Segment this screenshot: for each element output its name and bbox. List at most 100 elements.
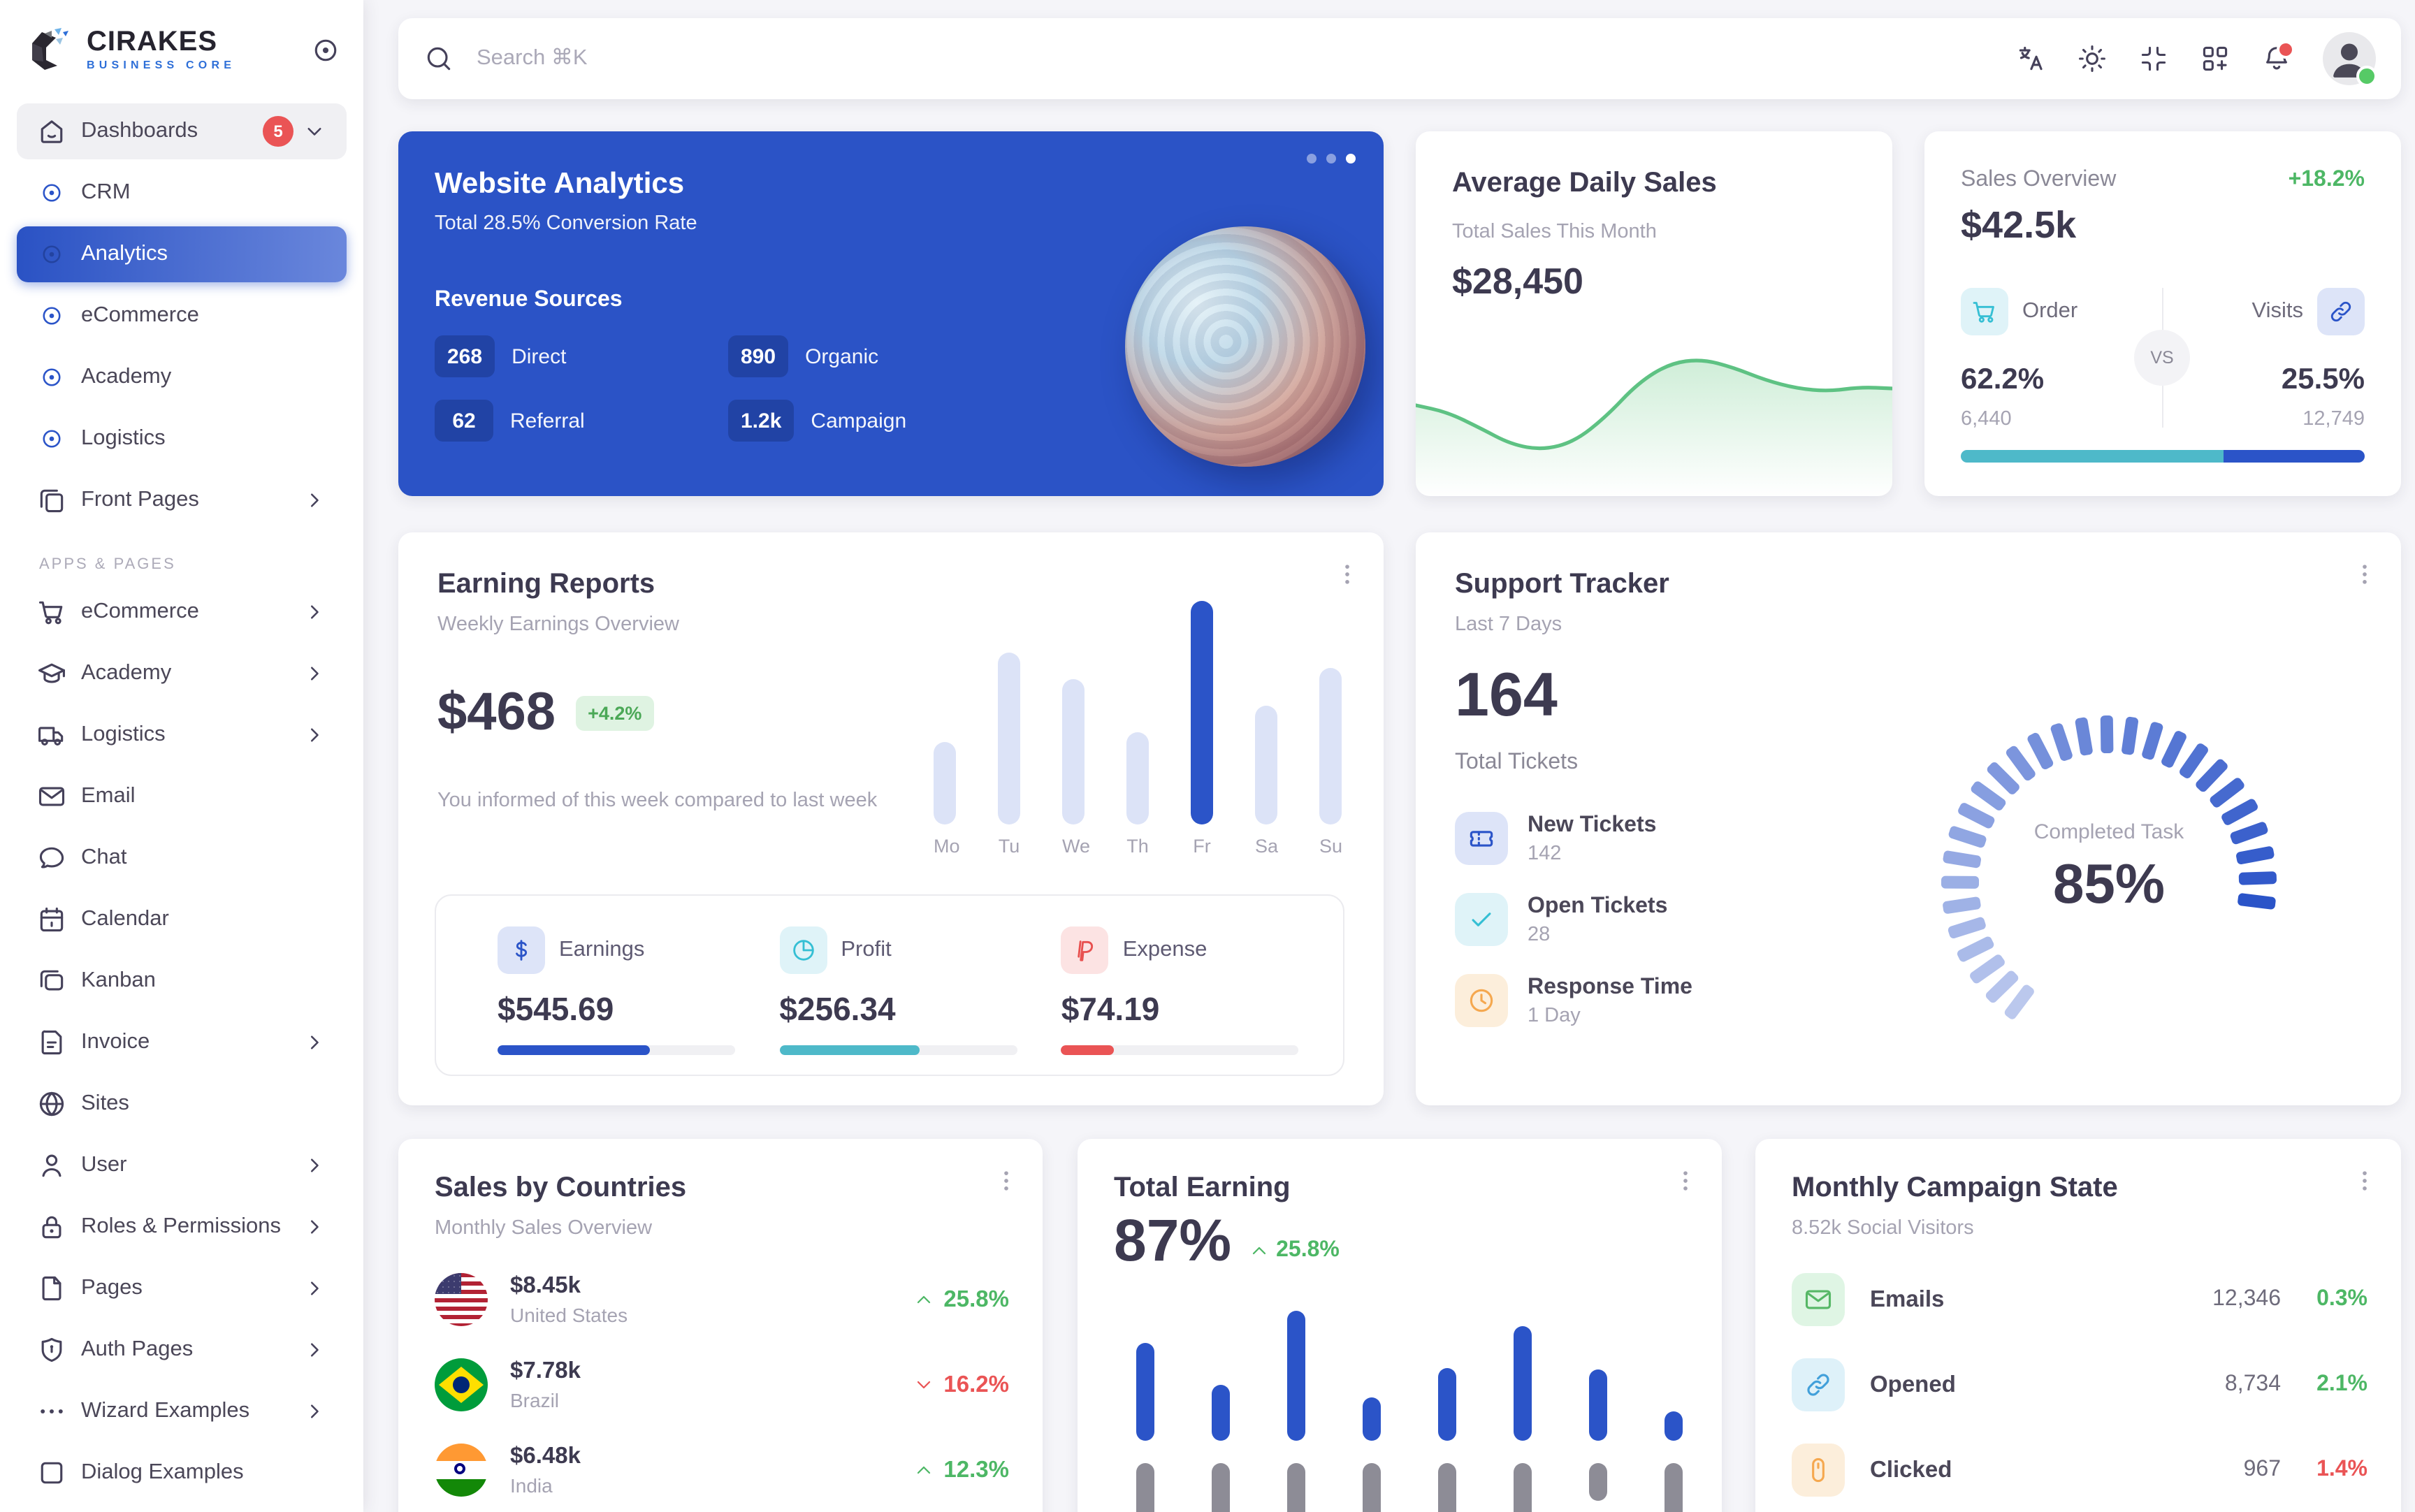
earning-bar-bottom [1438, 1463, 1456, 1512]
carousel-dots [1307, 154, 1356, 163]
week-bar-Fr [1191, 601, 1213, 824]
avatar[interactable] [2323, 32, 2376, 85]
revenue-sources-label: Revenue Sources [435, 288, 623, 313]
sidebar-item-label: Calendar [81, 907, 169, 932]
sidebar-apps-list: eCommerce AcademyLogistics Email Chat Calend… [17, 584, 347, 1501]
sales-sparkline-chart [1416, 335, 1892, 496]
chevron-right-icon [302, 1214, 327, 1240]
chevron-right-icon [302, 1276, 327, 1301]
sidebar-item-label: User [81, 1153, 126, 1178]
stat-label: New Tickets [1528, 813, 1656, 838]
sidebar-item-label: Email [81, 784, 136, 809]
pie-icon [789, 936, 817, 964]
sidebar-item-logistics[interactable]: Logistics [17, 707, 347, 763]
carousel-dot-active[interactable] [1346, 154, 1356, 163]
sidebar-item-logistics[interactable]: Logistics [17, 411, 347, 467]
earning-bar-bottom [1212, 1463, 1230, 1512]
fullscreen-icon[interactable] [2138, 43, 2169, 74]
country-trend-percent: 25.8% [943, 1286, 1009, 1313]
sidebar-item-user[interactable]: User [17, 1137, 347, 1193]
earning-bar-top [1665, 1411, 1683, 1441]
sidebar-item-dialog-examples[interactable]: Dialog Examples [17, 1445, 347, 1501]
chevron-right-icon [302, 488, 327, 513]
sidebar-item-sites[interactable]: Sites [17, 1076, 347, 1132]
support-tracker-card: Support Tracker Last 7 Days 164 Total Ti… [1416, 532, 2401, 1105]
stat-value: 62 [435, 400, 493, 442]
card-title: Earning Reports [437, 569, 655, 601]
dashboards-submenu: CRMAnalytics eCommerceAcademy Logistics [17, 165, 347, 467]
sidebar-item-dashboards[interactable]: Dashboards 5 [17, 103, 347, 159]
carousel-dot[interactable] [1307, 154, 1317, 163]
invoice-icon [36, 1027, 67, 1058]
sidebar-item-wizard-examples[interactable]: Wizard Examples [17, 1383, 347, 1439]
card-subtitle: 8.52k Social Visitors [1792, 1217, 1974, 1240]
shortcuts-icon[interactable] [2200, 43, 2231, 74]
total-earning-card: Total Earning 87% 25.8% [1078, 1139, 1722, 1512]
cart-icon [36, 597, 67, 627]
earning-bar-bottom [1287, 1463, 1305, 1512]
sidebar-item-label: Pages [81, 1276, 143, 1301]
clock-icon [1466, 985, 1497, 1016]
country-row-br: $7.78kBrazil16.2% [435, 1358, 1009, 1411]
kebab-menu-icon[interactable] [2351, 560, 2379, 588]
sales-by-countries-card: Sales by Countries Monthly Sales Overvie… [398, 1139, 1043, 1512]
topbar-actions [2015, 32, 2376, 85]
sidebar-item-chat[interactable]: Chat [17, 830, 347, 886]
circle-dot-icon [39, 426, 64, 451]
theme-toggle-icon[interactable] [2077, 43, 2108, 74]
sidebar-item-ecommerce[interactable]: eCommerce [17, 584, 347, 640]
order-count: 6,440 [1961, 408, 2012, 430]
sidebar-item-front-pages[interactable]: Front Pages [17, 472, 347, 528]
sidebar-item-kanban[interactable]: Kanban [17, 953, 347, 1009]
card-subtitle: Monthly Sales Overview [435, 1217, 652, 1240]
paypal-icon [1071, 936, 1099, 964]
campaign-row-opened: Opened8,7342.1% [1792, 1358, 2367, 1411]
search-icon[interactable] [423, 43, 454, 74]
link-icon[interactable] [2327, 298, 2355, 326]
home-icon [36, 116, 67, 147]
country-sales-value: $8.45k [510, 1273, 628, 1300]
campaign-label: Opened [1870, 1372, 1956, 1398]
country-sales-value: $6.48k [510, 1444, 581, 1470]
sidebar-pin-toggle-icon[interactable] [310, 35, 341, 66]
earnings-delta-badge: +4.2% [575, 696, 654, 731]
sidebar-item-ecommerce[interactable]: eCommerce [17, 288, 347, 344]
sidebar-item-label: Roles & Permissions [81, 1214, 281, 1240]
stat-value: 1.2k [728, 400, 794, 442]
dashboards-count-badge: 5 [263, 116, 293, 147]
campaign-row-emails: Emails12,3460.3% [1792, 1273, 2367, 1326]
sidebar-item-academy[interactable]: Academy [17, 349, 347, 405]
search-input[interactable] [474, 45, 2015, 73]
sidebar-item-academy[interactable]: Academy [17, 646, 347, 702]
earning-bar-top [1363, 1397, 1381, 1441]
kebab-menu-icon[interactable] [992, 1167, 1020, 1195]
country-row-in: $6.48kIndia12.3% [435, 1444, 1009, 1497]
stat-value: 890 [728, 335, 788, 377]
chevron-down-icon [302, 119, 327, 144]
sidebar-item-roles-permissions[interactable]: Roles & Permissions [17, 1199, 347, 1255]
kebab-menu-icon[interactable] [2351, 1167, 2379, 1195]
globe-icon [36, 1089, 67, 1119]
sidebar-item-invoice[interactable]: Invoice [17, 1015, 347, 1070]
week-bar-Tu [998, 653, 1020, 824]
circle-dot-icon [39, 242, 64, 267]
notifications-button[interactable] [2261, 43, 2292, 74]
visits-label: Visits [2251, 299, 2303, 324]
earning-bar-top [1589, 1369, 1607, 1441]
sidebar-item-calendar[interactable]: Calendar [17, 892, 347, 947]
chevron-right-icon [302, 722, 327, 748]
kebab-menu-icon[interactable] [1333, 560, 1361, 588]
card-title: Support Tracker [1455, 569, 1669, 601]
sidebar-item-auth-pages[interactable]: Auth Pages [17, 1322, 347, 1378]
week-bar-Th [1126, 732, 1149, 824]
sidebar-item-email[interactable]: Email [17, 769, 347, 824]
sidebar-item-analytics[interactable]: Analytics [17, 226, 347, 282]
sidebar-item-crm[interactable]: CRM [17, 165, 347, 221]
earning-bar-bottom [1136, 1463, 1154, 1512]
weekly-bar-chart: MoTuWeThFrSaSu [934, 601, 1342, 850]
carousel-dot[interactable] [1326, 154, 1336, 163]
in-flag-icon [435, 1444, 488, 1497]
campaign-percent: 1.4% [2281, 1458, 2367, 1483]
language-icon[interactable] [2015, 43, 2046, 74]
sidebar-item-pages[interactable]: Pages [17, 1260, 347, 1316]
